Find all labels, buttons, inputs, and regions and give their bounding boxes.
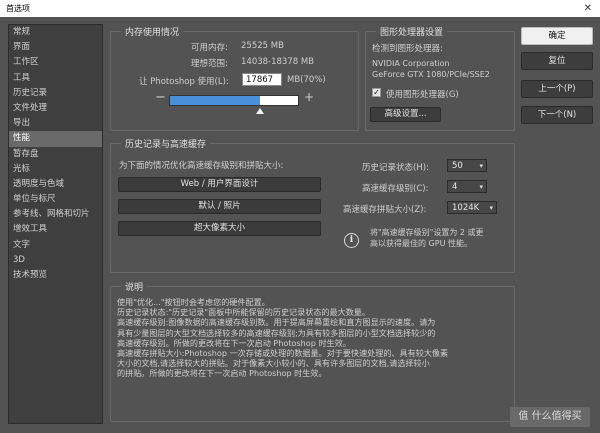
sidebar: 常规 界面 工作区 工具 历史记录 文件处理 导出 性能 暂存盘 光标 透明度与色域 单位与标尺 参考线… [8, 24, 103, 424]
description-line: 的拼贴。所做的更改将在下一次启动 Photoshop 时生效。 [117, 368, 327, 379]
description-line: 高速缓存拼贴大小:Photoshop 一次存储或处理的数据量。对于要快速处理的、… [117, 348, 449, 359]
chevron-down-icon: ▾ [489, 204, 493, 212]
description-group-title: 说明 [121, 280, 148, 293]
preset-web-ui-button[interactable]: Web / 用户界面设计 [118, 177, 321, 192]
cache-levels-select[interactable]: 4 ▾ [447, 180, 487, 193]
increase-memory-button[interactable]: + [304, 90, 314, 104]
sidebar-item[interactable]: 文件处理 [9, 101, 102, 116]
sidebar-item[interactable]: 导出 [9, 116, 102, 131]
next-button[interactable]: 下一个(N) [521, 106, 593, 124]
description-line: 使用"优化..."按钮时会考虑您的硬件配置。 [117, 297, 270, 307]
preset-huge-pixel-button[interactable]: 超大像素大小 [118, 221, 321, 236]
sidebar-item[interactable]: 3D [9, 253, 102, 268]
sidebar-item[interactable]: 常规 [9, 25, 102, 40]
description-line: 高速缓存级别。所做的更改将在下一次启动 Photoshop 时生效。 [117, 337, 351, 348]
ideal-range-label: 理想范围: [191, 59, 228, 69]
history-states-value: 50 [452, 161, 463, 171]
history-group-title: 历史记录与高速缓存 [121, 137, 211, 150]
sidebar-item[interactable]: 工作区 [9, 55, 102, 70]
description-text: 使用"优化..."按钮时会考虑您的硬件配置。 历史记录状态:"历史记录"面板中所能… [117, 297, 509, 379]
sidebar-item[interactable]: 光标 [9, 162, 102, 177]
ok-button[interactable]: 确定 [521, 27, 593, 45]
info-icon: i [344, 233, 359, 248]
title-bar: 首选项 ✕ [0, 0, 600, 17]
photoshop-usage-label: 让 Photoshop 使用(L): [139, 77, 229, 87]
description-line: 高速缓存级别:图像数据的高速缓存级别数。用于提高屏幕重绘和直方图显示的速度。请为 [117, 317, 436, 328]
description-line: 历史记录状态:"历史记录"面板中所能保留的历史记录状态的最大数量。 [117, 307, 370, 318]
sidebar-item[interactable]: 参考线、网格和切片 [9, 207, 102, 222]
gpu-model: GeForce GTX 1080/PCIe/SSE2 [372, 70, 490, 79]
cache-levels-label: 高速缓存级别(C): [362, 184, 429, 194]
watermark-text: 值 什么值得买 [518, 411, 582, 422]
sidebar-item[interactable]: 暂存盘 [9, 147, 102, 162]
close-icon[interactable]: ✕ [584, 0, 592, 17]
gpu-detected-label: 检测到图形处理器: [372, 44, 443, 54]
memory-usage-slider[interactable] [169, 95, 299, 106]
previous-button[interactable]: 上一个(P) [521, 80, 593, 98]
decrease-memory-button[interactable]: − [155, 90, 166, 105]
gpu-advanced-settings-button[interactable]: 高级设置... [370, 107, 441, 122]
memory-usage-fill [170, 96, 260, 105]
description-line: 大小的文档,请选择较大的拼贴。对于像素大小较小的、具有许多图层的文档,请选择较小 [117, 358, 430, 369]
memory-group-title: 内存使用情况 [121, 25, 184, 38]
tip-line-2: 高以获得最佳的 GPU 性能。 [370, 239, 472, 248]
cache-levels-value: 4 [452, 182, 458, 192]
chevron-down-icon: ▾ [479, 183, 483, 191]
sidebar-item[interactable]: 历史记录 [9, 86, 102, 101]
gpu-settings-group: 图形处理器设置 检测到图形处理器: NVIDIA Corporation GeF… [365, 25, 515, 131]
chevron-down-icon: ▾ [479, 162, 483, 170]
cache-tile-size-value: 1024K [452, 203, 480, 213]
optimize-prompt: 为下面的情况优化高速缓存级别和拼贴大小: [119, 161, 284, 171]
sidebar-item[interactable]: 技术预览 [9, 268, 102, 283]
sidebar-item[interactable]: 界面 [9, 40, 102, 55]
sidebar-item[interactable]: 工具 [9, 71, 102, 86]
cache-tile-size-label: 高速缓存拼贴大小(Z): [343, 205, 427, 215]
preset-default-photo-button[interactable]: 默认 / 照片 [118, 199, 321, 214]
sidebar-item[interactable]: 性能 [9, 131, 102, 147]
sidebar-item[interactable]: 单位与标尺 [9, 192, 102, 207]
sidebar-item[interactable]: 透明度与色域 [9, 177, 102, 192]
history-states-select[interactable]: 50 ▾ [447, 159, 487, 172]
reset-button[interactable]: 复位 [521, 52, 593, 70]
history-cache-group: 历史记录与高速缓存 为下面的情况优化高速缓存级别和拼贴大小: Web / 用户界… [110, 137, 515, 273]
history-states-label: 历史记录状态(H): [362, 163, 429, 173]
available-memory-label: 可用内存: [191, 43, 228, 53]
use-gpu-label: 使用图形处理器(G) [386, 90, 459, 100]
description-group: 说明 使用"优化..."按钮时会考虑您的硬件配置。 历史记录状态:"历史记录"面板… [110, 280, 515, 422]
use-gpu-checkbox[interactable]: ✓ [372, 88, 381, 97]
memory-usage-unit: MB(70%) [287, 75, 326, 85]
tip-line-1: 将"高速缓存级别"设置为 2 或更 [370, 228, 484, 237]
gpu-group-title: 图形处理器设置 [376, 25, 448, 38]
memory-usage-group: 内存使用情况 可用内存: 25525 MB 理想范围: 14038-18378 … [110, 25, 359, 131]
gpu-vendor: NVIDIA Corporation [372, 59, 450, 68]
sidebar-item[interactable]: 增效工具 [9, 222, 102, 237]
cache-tile-size-select[interactable]: 1024K ▾ [447, 201, 497, 214]
memory-slider-thumb[interactable] [256, 108, 264, 114]
memory-usage-input[interactable]: 17867 [242, 73, 282, 86]
sidebar-item[interactable]: 文字 [9, 238, 102, 253]
window-title: 首选项 [6, 4, 30, 13]
preferences-window: 常规 界面 工作区 工具 历史记录 文件处理 导出 性能 暂存盘 光标 透明度与色域 单位与标尺 参考线… [0, 17, 600, 433]
watermark: 值 什么值得买 [510, 407, 590, 427]
description-line: 具有少量图层的大型文档选择较多的高速缓存级别;为具有较多图层的小型文档选择较少的 [117, 327, 436, 338]
ideal-range-value: 14038-18378 MB [241, 57, 315, 67]
available-memory-value: 25525 MB [241, 41, 284, 51]
